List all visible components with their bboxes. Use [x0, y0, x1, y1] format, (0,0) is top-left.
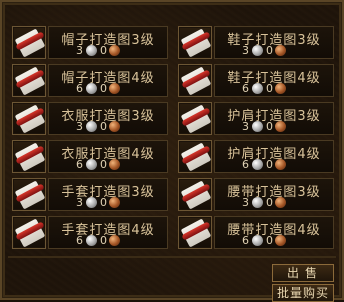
scroll-icon[interactable] [12, 26, 46, 59]
shop-item-slot[interactable]: 护肩打造图3级 30 [178, 100, 334, 137]
scroll-icon[interactable] [12, 178, 46, 211]
silver-coin-icon [86, 235, 97, 246]
item-info: 护肩打造图3级 30 [214, 102, 334, 135]
scroll-icon[interactable] [178, 26, 212, 59]
item-info: 衣服打造图4级 60 [48, 140, 168, 173]
scroll-icon[interactable] [178, 102, 212, 135]
sell-button[interactable]: 出售 [272, 264, 334, 282]
scroll-icon[interactable] [12, 102, 46, 135]
silver-coin-icon [252, 121, 263, 132]
shop-item-slot[interactable]: 腰带打造图4级 60 [178, 214, 334, 251]
scroll-icon[interactable] [178, 64, 212, 97]
copper-coin-icon [275, 121, 286, 132]
copper-coin-icon [109, 235, 120, 246]
shop-item-slot[interactable]: 衣服打造图3级 30 [12, 100, 168, 137]
price-copper: 0 [266, 234, 273, 247]
price-silver: 3 [242, 120, 249, 133]
divider [8, 256, 336, 258]
copper-coin-icon [109, 121, 120, 132]
price-silver: 6 [76, 82, 83, 95]
item-info: 护肩打造图4级 60 [214, 140, 334, 173]
silver-coin-icon [86, 121, 97, 132]
price-silver: 6 [76, 158, 83, 171]
shop-item-slot[interactable]: 帽子打造图4级 60 [12, 62, 168, 99]
item-info: 帽子打造图4级 60 [48, 64, 168, 97]
shop-item-slot[interactable]: 帽子打造图3级 30 [12, 24, 168, 61]
silver-coin-icon [86, 83, 97, 94]
price-silver: 3 [76, 120, 83, 133]
price-copper: 0 [100, 82, 107, 95]
price-silver: 6 [242, 234, 249, 247]
price-silver: 6 [242, 82, 249, 95]
price-silver: 6 [76, 234, 83, 247]
copper-coin-icon [275, 235, 286, 246]
silver-coin-icon [252, 45, 263, 56]
silver-coin-icon [86, 159, 97, 170]
silver-coin-icon [252, 197, 263, 208]
copper-coin-icon [109, 159, 120, 170]
copper-coin-icon [275, 159, 286, 170]
price-copper: 0 [266, 82, 273, 95]
item-info: 衣服打造图3级 30 [48, 102, 168, 135]
price-copper: 0 [100, 120, 107, 133]
item-info: 鞋子打造图3级 30 [214, 26, 334, 59]
silver-coin-icon [86, 197, 97, 208]
scroll-icon[interactable] [178, 140, 212, 173]
copper-coin-icon [275, 45, 286, 56]
silver-coin-icon [252, 159, 263, 170]
price-copper: 0 [100, 234, 107, 247]
shop-item-slot[interactable]: 鞋子打造图4级 60 [178, 62, 334, 99]
shop-item-slot[interactable]: 护肩打造图4级 60 [178, 138, 334, 175]
price-silver: 3 [76, 196, 83, 209]
copper-coin-icon [275, 197, 286, 208]
shop-panel: 帽子打造图3级 30 鞋子打造图3级 30 帽子打造图4级 60 鞋子打造图4级… [0, 0, 344, 302]
price-copper: 0 [266, 196, 273, 209]
price-copper: 0 [266, 44, 273, 57]
silver-coin-icon [252, 235, 263, 246]
price-silver: 3 [76, 44, 83, 57]
price-silver: 3 [242, 196, 249, 209]
scroll-icon[interactable] [178, 216, 212, 249]
price-silver: 6 [242, 158, 249, 171]
silver-coin-icon [86, 45, 97, 56]
price-copper: 0 [100, 44, 107, 57]
item-info: 帽子打造图3级 30 [48, 26, 168, 59]
item-info: 鞋子打造图4级 60 [214, 64, 334, 97]
silver-coin-icon [252, 83, 263, 94]
price-copper: 0 [266, 158, 273, 171]
item-info: 腰带打造图3级 30 [214, 178, 334, 211]
price-silver: 3 [242, 44, 249, 57]
scroll-icon[interactable] [12, 64, 46, 97]
shop-item-slot[interactable]: 腰带打造图3级 30 [178, 176, 334, 213]
shop-item-slot[interactable]: 衣服打造图4级 60 [12, 138, 168, 175]
shop-item-slot[interactable]: 鞋子打造图3级 30 [178, 24, 334, 61]
copper-coin-icon [109, 45, 120, 56]
item-info: 手套打造图3级 30 [48, 178, 168, 211]
scroll-icon[interactable] [178, 178, 212, 211]
price-copper: 0 [100, 196, 107, 209]
shop-item-slot[interactable]: 手套打造图3级 30 [12, 176, 168, 213]
copper-coin-icon [109, 197, 120, 208]
shop-item-slot[interactable]: 手套打造图4级 60 [12, 214, 168, 251]
price-copper: 0 [266, 120, 273, 133]
copper-coin-icon [275, 83, 286, 94]
bulk-buy-button[interactable]: 批量购买 [272, 284, 334, 302]
item-info: 腰带打造图4级 60 [214, 216, 334, 249]
scroll-icon[interactable] [12, 140, 46, 173]
scroll-icon[interactable] [12, 216, 46, 249]
copper-coin-icon [109, 83, 120, 94]
item-info: 手套打造图4级 60 [48, 216, 168, 249]
price-copper: 0 [100, 158, 107, 171]
